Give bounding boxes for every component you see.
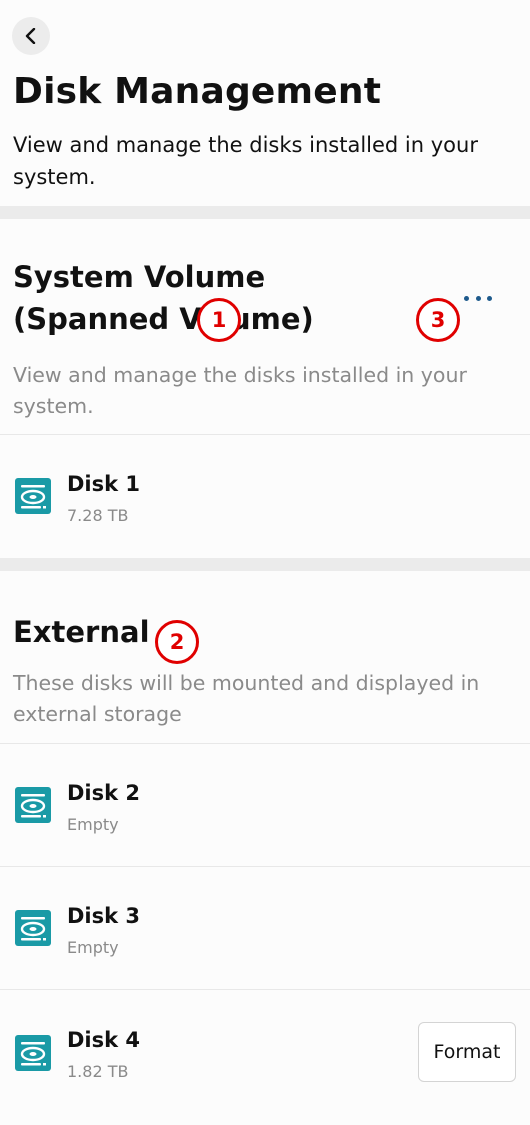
section-separator: [0, 558, 530, 571]
disk-size: 1.82 TB: [67, 1062, 129, 1081]
disk-name: Disk 1: [67, 472, 141, 496]
disk-name: Disk 4: [67, 1028, 141, 1052]
disk-row-1[interactable]: Disk 1 7.28 TB: [0, 450, 530, 560]
divider: [0, 743, 530, 744]
external-title: External: [13, 615, 150, 649]
annotation-marker-1: 1: [197, 298, 241, 342]
disk-status: Empty: [67, 815, 119, 834]
disk-drive-icon: [14, 477, 52, 515]
disk-drive-icon: [14, 786, 52, 824]
chevron-left-icon: [24, 28, 38, 44]
disk-drive-icon: [14, 1034, 52, 1072]
divider: [0, 989, 530, 990]
annotation-marker-2: 2: [155, 620, 199, 664]
disk-status: Empty: [67, 938, 119, 957]
more-horizontal-icon: [464, 295, 469, 301]
page-title: Disk Management: [13, 71, 382, 112]
system-volume-description: View and manage the disks installed in y…: [13, 363, 467, 418]
divider: [0, 866, 530, 867]
format-button[interactable]: Format: [418, 1022, 516, 1082]
disk-row-2[interactable]: Disk 2 Empty: [0, 760, 530, 870]
disk-row-3[interactable]: Disk 3 Empty: [0, 883, 530, 993]
disk-name: Disk 2: [67, 781, 141, 805]
divider: [0, 434, 530, 435]
external-description: These disks will be mounted and displaye…: [13, 671, 480, 726]
disk-drive-icon: [14, 909, 52, 947]
page-description: View and manage the disks installed in y…: [13, 133, 478, 189]
more-options-button[interactable]: [460, 286, 496, 310]
section-separator: [0, 206, 530, 219]
disk-size: 7.28 TB: [67, 506, 129, 525]
back-button[interactable]: [12, 17, 50, 55]
disk-name: Disk 3: [67, 904, 141, 928]
annotation-marker-3: 3: [416, 298, 460, 342]
